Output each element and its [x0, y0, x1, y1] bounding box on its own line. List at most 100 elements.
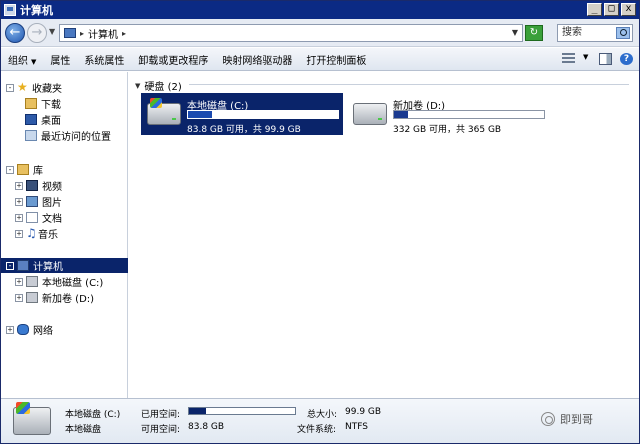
expand-icon[interactable]: + [15, 213, 23, 222]
nav-label: 视频 [42, 182, 62, 193]
expand-icon[interactable]: + [15, 197, 23, 206]
nav-network[interactable]: + 网络 [6, 322, 53, 337]
help-icon[interactable]: ? [620, 53, 633, 65]
folder-icon [25, 98, 37, 109]
minimize-button[interactable]: _ [587, 3, 602, 16]
drive-usage-bar [187, 110, 339, 119]
collapse-icon[interactable]: - [6, 261, 14, 270]
maximize-button[interactable]: □ [604, 3, 619, 16]
library-icon [17, 164, 29, 175]
nav-videos[interactable]: + 视频 [15, 178, 62, 193]
back-button[interactable]: ← [5, 23, 25, 43]
window-title: 计算机 [20, 4, 53, 17]
nav-pictures[interactable]: + 图片 [15, 194, 62, 209]
expand-icon[interactable]: + [15, 181, 23, 190]
expand-icon[interactable]: + [15, 229, 23, 238]
close-button[interactable]: x [621, 3, 636, 16]
details-free-value: 83.8 GB [188, 422, 225, 432]
nav-computer[interactable]: - 计算机 [1, 258, 128, 273]
document-icon [26, 212, 38, 223]
navigation-pane: - ★ 收藏夹 下载 桌面 最近访问的位置 - 库 + 视频 + 图片 + 文档… [1, 72, 128, 398]
nav-favorites[interactable]: - ★ 收藏夹 [6, 80, 62, 95]
details-total-value: 99.9 GB [345, 407, 382, 417]
preview-pane-icon[interactable] [599, 53, 612, 65]
refresh-button[interactable]: ↻ [525, 25, 543, 41]
map-drive-button[interactable]: 映射网络驱动器 [215, 52, 299, 67]
watermark-text: 即到哥 [560, 413, 593, 426]
details-fs-label: 文件系统: [297, 425, 337, 435]
expand-icon[interactable]: + [15, 277, 23, 286]
chevron-down-icon[interactable]: ▼ [583, 53, 591, 65]
nav-label: 最近访问的位置 [41, 132, 111, 143]
nav-downloads[interactable]: 下载 [25, 96, 61, 111]
drive-icon [26, 276, 38, 287]
nav-label: 桌面 [41, 116, 61, 127]
control-panel-button[interactable]: 打开控制面板 [299, 52, 373, 67]
nav-libraries[interactable]: - 库 [6, 162, 43, 177]
details-pane: 本地磁盘 (C:) 本地磁盘 已用空间: 可用空间: 83.8 GB 总大小: … [1, 398, 639, 443]
nav-desktop[interactable]: 桌面 [25, 112, 61, 127]
hard-drive-icon [13, 402, 51, 435]
details-free-label: 可用空间: [141, 425, 181, 435]
forward-button[interactable]: → [27, 23, 47, 43]
nav-recent-places[interactable]: 最近访问的位置 [25, 128, 111, 143]
chevron-right-icon[interactable]: ▸ [80, 29, 84, 38]
title-bar: 计算机 _ □ x [1, 1, 639, 19]
organize-label: 组织 [8, 55, 28, 67]
picture-icon [26, 196, 38, 207]
uninstall-button[interactable]: 卸载或更改程序 [131, 52, 215, 67]
window-controls: _ □ x [587, 3, 636, 16]
drive-space-text: 83.8 GB 可用，共 99.9 GB [187, 125, 301, 135]
nav-label: 新加卷 (D:) [42, 294, 95, 305]
group-header-hard-drives[interactable]: ▼ 硬盘 (2) [135, 78, 182, 94]
address-bar[interactable]: ▸ 计算机 ▸ ▼ [59, 24, 523, 42]
network-icon [17, 324, 29, 335]
properties-button[interactable]: 属性 [43, 52, 77, 67]
collapse-icon[interactable]: - [6, 83, 14, 92]
organize-button[interactable]: 组织 ▼ [1, 52, 43, 67]
nav-label: 本地磁盘 (C:) [42, 278, 104, 289]
nav-local-disk-c[interactable]: + 本地磁盘 (C:) [15, 274, 103, 289]
breadcrumb-computer[interactable]: 计算机 [88, 26, 118, 41]
drive-usage-bar [393, 110, 545, 119]
drive-tile-d[interactable]: 新加卷 (D:) 332 GB 可用，共 365 GB [347, 93, 549, 135]
details-usage-bar [188, 407, 296, 415]
group-divider [189, 84, 629, 85]
watermark: 即到哥 [541, 411, 593, 427]
nav-documents[interactable]: + 文档 [15, 210, 62, 225]
search-placeholder: 搜索 [562, 27, 582, 38]
change-view-icon[interactable] [562, 53, 575, 65]
search-input[interactable]: 搜索 [557, 24, 633, 42]
collapse-icon[interactable]: - [6, 165, 14, 174]
expand-icon[interactable]: + [15, 293, 23, 302]
view-controls: ▼ ? [562, 53, 633, 65]
drive-usage-fill [188, 111, 212, 118]
nav-new-volume-d[interactable]: + 新加卷 (D:) [15, 290, 94, 305]
address-row: ← → ▼ ▸ 计算机 ▸ ▼ ↻ 搜索 [1, 19, 639, 47]
nav-music[interactable]: + ♫ 音乐 [15, 226, 58, 241]
nav-label: 音乐 [38, 230, 58, 241]
expand-icon[interactable]: + [6, 325, 14, 334]
details-fs-value: NTFS [345, 422, 368, 432]
music-icon: ♫ [26, 226, 37, 240]
command-bar: 组织 ▼ 属性 系统属性 卸载或更改程序 映射网络驱动器 打开控制面板 ▼ ? [1, 48, 639, 71]
address-dropdown-icon[interactable]: ▼ [512, 28, 518, 37]
nav-label: 计算机 [33, 262, 63, 273]
wechat-icon [541, 412, 555, 426]
hard-drive-icon [147, 98, 181, 125]
system-properties-button[interactable]: 系统属性 [77, 52, 131, 67]
drive-tile-c[interactable]: 本地磁盘 (C:) 83.8 GB 可用，共 99.9 GB [141, 93, 343, 135]
computer-icon [4, 4, 16, 16]
search-icon[interactable] [616, 27, 630, 39]
computer-icon [17, 260, 29, 271]
explorer-window: 计算机 _ □ x ← → ▼ ▸ 计算机 ▸ ▼ ↻ 搜索 组织 ▼ 属性 系统… [0, 0, 640, 444]
details-item-name: 本地磁盘 (C:) [65, 410, 121, 420]
drive-usage-fill [394, 111, 408, 118]
chevron-down-icon[interactable]: ▼ [135, 82, 140, 90]
nav-label: 文档 [42, 214, 62, 225]
nav-label: 图片 [42, 198, 62, 209]
chevron-right-icon[interactable]: ▸ [122, 29, 126, 38]
recent-pages-dropdown[interactable]: ▼ [49, 27, 55, 36]
nav-label: 网络 [33, 326, 53, 337]
computer-icon [64, 28, 76, 38]
